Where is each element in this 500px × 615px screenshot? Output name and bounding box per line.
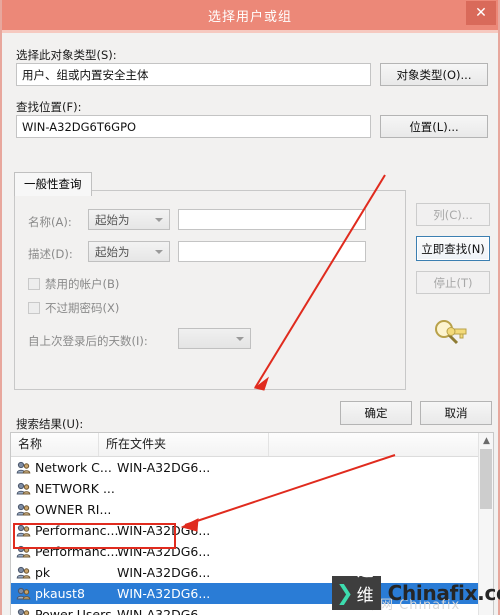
dialog-client-area: 选择此对象类型(S): 用户、组或内置安全主体 对象类型(O)... 查找位置(… — [2, 33, 498, 615]
days-since-logon-select[interactable] — [178, 328, 251, 349]
table-row[interactable]: NETWORK ... — [11, 478, 493, 499]
disabled-accounts-label: 禁用的帐户(B) — [45, 277, 120, 291]
close-icon[interactable]: ✕ — [466, 1, 496, 25]
stop-button[interactable]: 停止(T) — [416, 271, 490, 294]
result-name-text: OWNER RI... — [35, 502, 112, 517]
window-title: 选择用户或组 — [207, 9, 292, 25]
checkbox-icon[interactable] — [28, 302, 40, 314]
table-row[interactable]: OWNER RI... — [11, 499, 493, 520]
watermark-badge: ❯ 迅维网 — [332, 561, 381, 615]
watermark-cn-text: 迅维网 — [356, 560, 374, 615]
result-name-text: Performanc... — [35, 523, 119, 538]
location-input[interactable]: WIN-A32DG6T6GPO — [16, 115, 371, 138]
column-header-extra[interactable] — [269, 433, 493, 456]
result-name-text: Power Users — [35, 607, 112, 615]
description-condition-select[interactable]: 起始为 — [88, 241, 170, 262]
object-type-label: 选择此对象类型(S): — [16, 48, 117, 62]
non-expiring-password-checkbox-row[interactable]: 不过期密码(X) — [28, 300, 119, 316]
screenshot-root: 选择用户或组 ✕ 选择此对象类型(S): 用户、组或内置安全主体 对象类型(O)… — [0, 0, 500, 615]
result-name-text: pk — [35, 565, 51, 580]
result-name-text: NETWORK ... — [35, 481, 115, 496]
scrollbar-thumb[interactable] — [480, 449, 492, 509]
table-row[interactable]: Performanc... WIN-A32DG6... — [11, 520, 493, 541]
non-expiring-password-label: 不过期密码(X) — [45, 301, 120, 315]
columns-button[interactable]: 列(C)... — [416, 203, 490, 226]
days-since-logon-label: 自上次登录后的天数(I): — [28, 334, 148, 348]
select-users-or-groups-dialog: 选择用户或组 ✕ 选择此对象类型(S): 用户、组或内置安全主体 对象类型(O)… — [0, 0, 500, 615]
result-name-cell: Performanc... — [16, 544, 119, 559]
column-header-name[interactable]: 名称 — [11, 433, 99, 456]
description-input[interactable] — [178, 241, 366, 262]
table-row[interactable]: Network C... WIN-A32DG6... — [11, 457, 493, 478]
search-magnifier-icon — [430, 315, 472, 354]
user-group-icon — [16, 461, 31, 475]
title-bar: 选择用户或组 ✕ — [2, 0, 498, 30]
ok-button[interactable]: 确定 — [340, 401, 412, 425]
result-folder-cell: WIN-A32DG6... — [117, 565, 211, 580]
result-folder-cell: WIN-A32DG6... — [117, 460, 211, 475]
chevron-down-icon — [155, 217, 163, 222]
user-group-icon — [16, 608, 31, 615]
result-name-cell: pkaust8 — [16, 586, 117, 601]
chevron-down-icon — [155, 249, 163, 254]
watermark-en-text: Chinafix.com — [387, 581, 500, 605]
object-types-button[interactable]: 对象类型(O)... — [380, 63, 488, 86]
user-group-icon — [16, 587, 31, 601]
tab-common-queries[interactable]: 一般性查询 — [14, 172, 92, 196]
result-name-cell: Power Users — [16, 607, 117, 615]
result-folder-cell: WIN-A32DG6... — [117, 523, 211, 538]
column-header-folder[interactable]: 所在文件夹 — [99, 433, 269, 456]
result-name-cell: pk — [16, 565, 117, 580]
user-group-icon — [16, 545, 31, 559]
location-label: 查找位置(F): — [16, 100, 82, 114]
locations-button[interactable]: 位置(L)... — [380, 115, 488, 138]
user-group-icon — [16, 482, 31, 496]
description-condition-value: 起始为 — [95, 244, 130, 259]
result-name-cell: NETWORK ... — [16, 481, 117, 496]
result-name-text: Performanc... — [35, 544, 119, 559]
user-group-icon — [16, 503, 31, 517]
object-type-input[interactable]: 用户、组或内置安全主体 — [16, 63, 371, 86]
description-label: 描述(D): — [28, 247, 73, 261]
result-name-text: pkaust8 — [35, 586, 85, 601]
user-group-icon — [16, 566, 31, 580]
chevron-right-icon: ❯ — [336, 580, 354, 605]
checkbox-icon[interactable] — [28, 278, 40, 290]
result-folder-cell: WIN-A32DG6... — [117, 544, 211, 559]
disabled-accounts-checkbox-row[interactable]: 禁用的帐户(B) — [28, 276, 119, 292]
listview-header: 名称 所在文件夹 — [11, 433, 493, 457]
result-name-cell: OWNER RI... — [16, 502, 117, 517]
result-name-text: Network C... — [35, 460, 112, 475]
result-folder-cell: WIN-A32DG6... — [117, 607, 211, 615]
name-input[interactable] — [178, 209, 366, 230]
cancel-button[interactable]: 取消 — [420, 401, 492, 425]
search-results-label: 搜索结果(U): — [16, 417, 84, 431]
table-row[interactable]: Performanc... WIN-A32DG6... — [11, 541, 493, 562]
chevron-down-icon — [236, 336, 244, 341]
user-group-icon — [16, 524, 31, 538]
find-now-button[interactable]: 立即查找(N) — [416, 236, 490, 261]
result-folder-cell: WIN-A32DG6... — [117, 586, 211, 601]
name-condition-value: 起始为 — [95, 212, 130, 227]
scroll-up-icon[interactable]: ▲ — [479, 433, 493, 449]
name-label: 名称(A): — [28, 215, 72, 229]
result-name-cell: Network C... — [16, 460, 117, 475]
watermark: ❯ 迅维网 Chinafix.com — [332, 561, 500, 615]
result-name-cell: Performanc... — [16, 523, 119, 538]
name-condition-select[interactable]: 起始为 — [88, 209, 170, 230]
